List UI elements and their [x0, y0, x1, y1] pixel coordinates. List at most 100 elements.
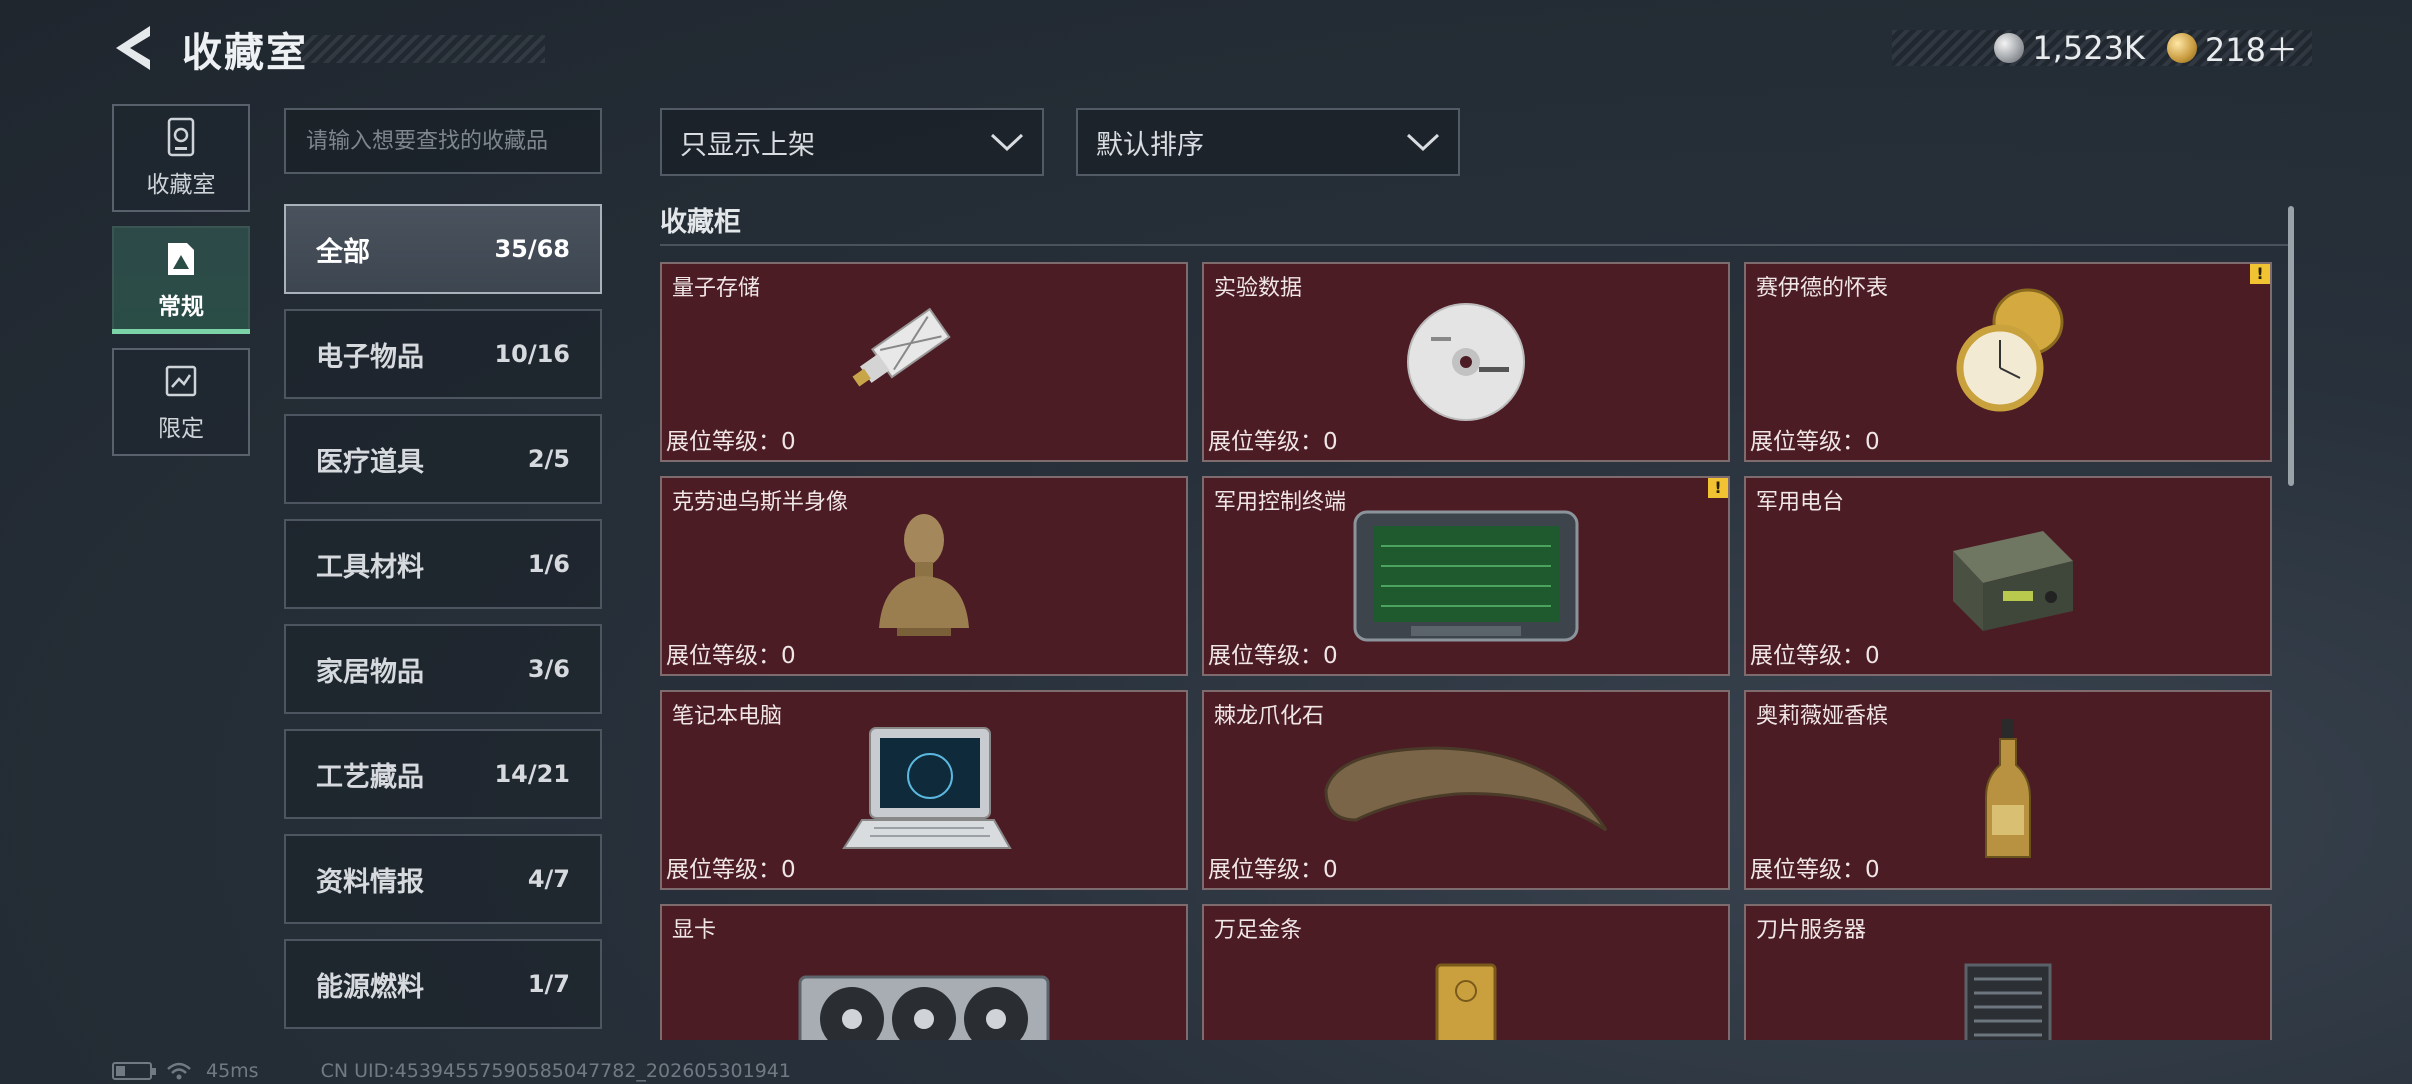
sidenav-label: 限定	[158, 416, 204, 442]
category-count: 2/5	[527, 445, 570, 473]
category-count: 1/7	[527, 970, 570, 998]
item-level: 展位等级：0	[1208, 643, 1338, 669]
collection-card[interactable]: 克劳迪乌斯半身像 展位等级：0	[660, 476, 1188, 676]
collection-card[interactable]: 赛伊德的怀表 ! 展位等级：0	[1744, 262, 2272, 462]
currency-silver-value: 1,523K	[2032, 29, 2145, 67]
warning-badge: !	[1708, 478, 1728, 498]
ping-value: 45ms	[206, 1060, 259, 1082]
currency-silver[interactable]: 1,523K	[1994, 29, 2145, 67]
item-level: 展位等级：0	[666, 857, 796, 883]
category-count: 3/6	[527, 655, 570, 683]
top-bar: 收藏室 1,523K 218＋	[0, 0, 2412, 100]
item-level: 展位等级：0	[1208, 857, 1338, 883]
collection-card[interactable]: 棘龙爪化石 展位等级：0	[1202, 690, 1730, 890]
section-divider	[660, 244, 2290, 246]
back-arrow-icon	[116, 26, 150, 70]
sidenav-item-collection-room[interactable]: 收藏室	[112, 104, 250, 212]
server-icon	[1964, 963, 2052, 1040]
page-title: 收藏室	[182, 30, 308, 76]
collection-card[interactable]: 刀片服务器	[1744, 904, 2272, 1040]
item-name: 棘龙爪化石	[1214, 704, 1325, 729]
limited-icon	[165, 365, 197, 397]
gold-coin-icon	[2166, 33, 2197, 63]
battery-icon	[112, 1062, 156, 1080]
collection-icon	[168, 243, 194, 275]
collection-card[interactable]: 军用控制终端 ! 展位等级：0	[1202, 476, 1730, 676]
category-name: 工艺藏品	[316, 761, 424, 793]
display-filter-dropdown[interactable]: 只显示上架	[660, 108, 1044, 176]
item-level: 展位等级：0	[666, 429, 796, 455]
category-electronics[interactable]: 电子物品 10/16	[284, 309, 602, 399]
search-input[interactable]	[306, 128, 580, 154]
pocket-watch-icon	[1956, 288, 2064, 412]
collection-card[interactable]: 实验数据 展位等级：0	[1202, 262, 1730, 462]
category-name: 电子物品	[316, 341, 424, 373]
collection-card[interactable]: 奥莉薇娅香槟 展位等级：0	[1744, 690, 2272, 890]
usb-drive-icon	[852, 307, 951, 387]
section-title: 收藏柜	[660, 207, 741, 238]
currency-gold[interactable]: 218＋	[2166, 25, 2298, 71]
category-fuel[interactable]: 能源燃料 1/7	[284, 939, 602, 1029]
sort-dropdown[interactable]: 默认排序	[1076, 108, 1460, 176]
category-name: 能源燃料	[316, 971, 424, 1003]
chevron-down-icon	[990, 133, 1024, 152]
item-name: 量子存储	[672, 276, 761, 301]
item-level: 展位等级：0	[1208, 429, 1338, 455]
category-count: 10/16	[494, 340, 570, 368]
category-medical[interactable]: 医疗道具 2/5	[284, 414, 602, 504]
item-level: 展位等级：0	[1750, 857, 1880, 883]
category-list: 全部 35/68 电子物品 10/16 医疗道具 2/5 工具材料 1/6 家居…	[284, 204, 602, 1044]
item-name: 克劳迪乌斯半身像	[672, 490, 849, 515]
currency-bar: 1,523K 218＋	[1892, 29, 2312, 69]
category-count: 4/7	[527, 865, 570, 893]
item-name: 实验数据	[1214, 276, 1303, 301]
silver-coin-icon	[1994, 33, 2025, 63]
item-level: 展位等级：0	[1750, 643, 1880, 669]
warning-badge: !	[2250, 264, 2270, 284]
grid-scrollbar[interactable]	[2288, 206, 2294, 486]
item-level: 展位等级：0	[666, 643, 796, 669]
bust-icon	[879, 514, 969, 636]
category-count: 35/68	[494, 235, 570, 263]
category-crafts[interactable]: 工艺藏品 14/21	[284, 729, 602, 819]
category-count: 14/21	[494, 760, 570, 788]
category-name: 全部	[316, 236, 370, 268]
display-filter-value: 只显示上架	[680, 129, 815, 161]
collection-card[interactable]: 军用电台 展位等级：0	[1744, 476, 2272, 676]
claw-fossil-icon	[1324, 746, 1608, 832]
category-name: 医疗道具	[316, 446, 424, 478]
status-bar: 45ms CN UID:4539455759058504778​2_202605…	[112, 1058, 791, 1084]
category-all[interactable]: 全部 35/68	[284, 204, 602, 294]
title-stripe	[300, 35, 545, 63]
collection-card[interactable]: 显卡	[660, 904, 1188, 1040]
sidenav-label: 收藏室	[146, 172, 216, 198]
item-level: 展位等级：0	[1750, 429, 1880, 455]
uid-text: CN UID:4539455759058504778​2_20260530194…	[320, 1060, 791, 1082]
chevron-down-icon	[1406, 133, 1440, 152]
item-name: 奥莉薇娅香槟	[1756, 704, 1889, 729]
category-name: 家居物品	[316, 656, 424, 688]
back-button[interactable]	[110, 22, 156, 74]
search-field[interactable]	[284, 108, 602, 174]
sidenav-label: 常规	[158, 294, 204, 320]
terminal-icon	[1353, 510, 1579, 642]
disc-icon	[1407, 303, 1525, 421]
category-intel[interactable]: 资料情报 4/7	[284, 834, 602, 924]
category-name: 资料情报	[316, 866, 424, 898]
gpu-icon	[798, 975, 1050, 1040]
category-count: 1/6	[527, 550, 570, 578]
category-home[interactable]: 家居物品 3/6	[284, 624, 602, 714]
side-nav: 收藏室 常规 限定	[112, 104, 250, 470]
collection-card[interactable]: 笔记本电脑 展位等级：0	[660, 690, 1188, 890]
laptop-icon	[842, 727, 1012, 849]
category-tools[interactable]: 工具材料 1/6	[284, 519, 602, 609]
item-name: 万足金条	[1214, 918, 1303, 943]
collection-card[interactable]: 量子存储 展位等级：0	[660, 262, 1188, 462]
sidenav-item-limited[interactable]: 限定	[112, 348, 250, 456]
champagne-icon	[1985, 719, 2031, 858]
sidenav-item-regular[interactable]: 常规	[112, 226, 250, 334]
collection-grid: 量子存储 展位等级：0 实验数据 展位等级：0 赛伊德的怀表 ! 展位等级：0 …	[660, 262, 2276, 1040]
collection-card[interactable]: 万足金条	[1202, 904, 1730, 1040]
currency-gold-value: 218＋	[2204, 31, 2298, 69]
item-name: 军用电台	[1756, 490, 1845, 515]
